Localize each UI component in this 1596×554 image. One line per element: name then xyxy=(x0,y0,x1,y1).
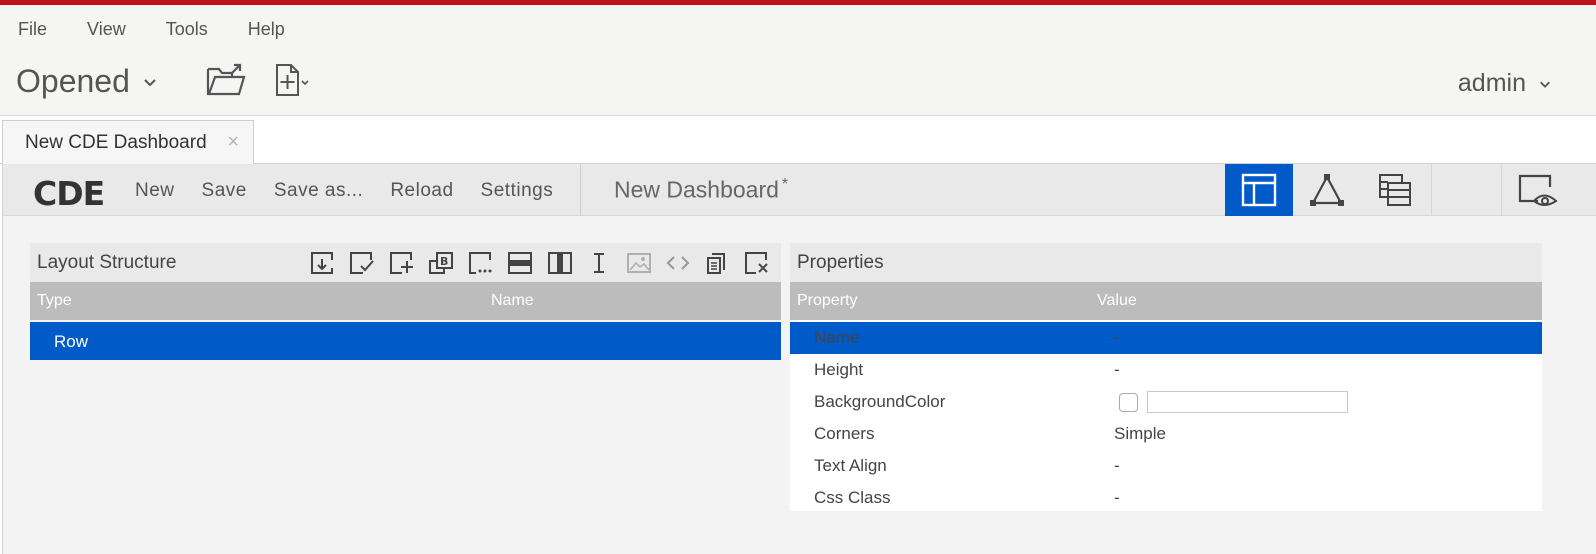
property-value[interactable]: - xyxy=(1114,328,1120,348)
tab-new-cde-dashboard[interactable]: New CDE Dashboard × xyxy=(2,120,254,165)
add-bootstrap-panel-icon[interactable]: B xyxy=(422,250,462,276)
new-file-icon[interactable] xyxy=(274,63,314,97)
cde-logo: CDE xyxy=(33,174,105,213)
property-value[interactable]: Simple xyxy=(1114,424,1166,444)
column-header-value[interactable]: Value xyxy=(1097,292,1137,310)
layout-structure-header: Layout Structure B xyxy=(30,243,781,282)
cde-toolbar: CDE New Save Save as... Reload Settings … xyxy=(3,164,1596,216)
layout-column-headers: Type Name xyxy=(30,282,781,320)
add-freeform-icon[interactable] xyxy=(461,250,501,276)
preview-icon xyxy=(1518,174,1558,206)
layout-structure-panel: Layout Structure B Type Name Row xyxy=(30,243,781,525)
add-row-icon[interactable] xyxy=(501,250,541,276)
property-row-css-class[interactable]: Css Class - xyxy=(790,482,1542,514)
opened-dropdown[interactable]: Opened xyxy=(16,63,158,100)
background-color-checkbox[interactable] xyxy=(1119,393,1138,412)
add-html-icon[interactable] xyxy=(659,250,699,276)
app-header: File View Tools Help Opened admin xyxy=(0,0,1596,116)
dashboard-title: New Dashboard * xyxy=(614,176,788,204)
property-value[interactable]: - xyxy=(1114,360,1120,380)
components-view-icon xyxy=(1310,174,1344,206)
property-row-backgroundcolor[interactable]: BackgroundColor xyxy=(790,386,1542,418)
divider xyxy=(1431,164,1432,216)
svg-text:B: B xyxy=(440,255,448,268)
property-row-name[interactable]: Name - xyxy=(790,322,1542,354)
datasources-view-icon xyxy=(1379,174,1411,206)
add-resource-icon[interactable] xyxy=(382,250,422,276)
property-label: Css Class xyxy=(814,488,891,507)
property-row-height[interactable]: Height - xyxy=(790,354,1542,386)
unsaved-marker: * xyxy=(781,176,789,193)
user-name: admin xyxy=(1457,69,1526,97)
property-label: Text Align xyxy=(814,456,887,475)
properties-header: Properties xyxy=(790,243,1542,282)
settings-button[interactable]: Settings xyxy=(481,180,554,202)
cde-workspace: CDE New Save Save as... Reload Settings … xyxy=(2,164,1596,554)
reload-button[interactable]: Reload xyxy=(390,180,453,202)
chevron-down-icon xyxy=(144,78,156,86)
property-row-corners[interactable]: Corners Simple xyxy=(790,418,1542,450)
close-icon[interactable]: × xyxy=(227,131,239,154)
property-label: Name xyxy=(814,328,860,347)
dashboard-title-text: New Dashboard xyxy=(614,176,779,203)
user-menu[interactable]: admin xyxy=(1458,69,1552,98)
column-header-type[interactable]: Type xyxy=(37,292,72,310)
tab-label: New CDE Dashboard xyxy=(25,132,207,153)
row-type: Row xyxy=(54,332,89,351)
save-button[interactable]: Save xyxy=(202,180,247,202)
cde-menu: New Save Save as... Reload Settings xyxy=(135,180,580,202)
components-view-button[interactable] xyxy=(1293,164,1361,216)
delete-icon[interactable] xyxy=(738,250,778,276)
add-image-icon[interactable] xyxy=(619,250,659,276)
opened-label: Opened xyxy=(16,63,130,99)
property-label: Corners xyxy=(814,424,875,443)
layout-view-icon xyxy=(1241,173,1277,207)
open-folder-icon[interactable] xyxy=(206,63,246,97)
datasources-view-button[interactable] xyxy=(1361,164,1429,216)
add-column-icon[interactable] xyxy=(540,250,580,276)
property-row-text-align[interactable]: Text Align - xyxy=(790,450,1542,482)
menu-file[interactable]: File xyxy=(18,19,47,40)
preview-button[interactable] xyxy=(1503,164,1571,216)
duplicate-icon[interactable] xyxy=(698,250,738,276)
column-header-property[interactable]: Property xyxy=(797,292,857,310)
divider xyxy=(1501,164,1502,216)
menu-help[interactable]: Help xyxy=(248,19,285,40)
menubar: File View Tools Help xyxy=(18,19,325,40)
menu-tools[interactable]: Tools xyxy=(166,19,208,40)
menu-view[interactable]: View xyxy=(87,19,126,40)
property-value[interactable]: - xyxy=(1114,488,1120,508)
divider xyxy=(580,164,581,216)
properties-panel: Properties Property Value Name - Height … xyxy=(790,243,1542,511)
layout-toolbar: B xyxy=(303,250,777,276)
properties-column-headers: Property Value xyxy=(790,282,1542,320)
properties-title: Properties xyxy=(797,251,884,273)
table-row[interactable]: Row xyxy=(30,322,781,360)
save-as-button[interactable]: Save as... xyxy=(274,180,364,202)
property-value[interactable]: - xyxy=(1114,456,1120,476)
property-label: BackgroundColor xyxy=(814,392,946,411)
layout-view-button[interactable] xyxy=(1225,164,1293,216)
column-header-name[interactable]: Name xyxy=(491,292,534,310)
background-color-input[interactable] xyxy=(1147,391,1348,413)
save-template-icon[interactable] xyxy=(303,250,343,276)
chevron-down-icon xyxy=(1540,81,1550,88)
property-label: Height xyxy=(814,360,864,379)
new-button[interactable]: New xyxy=(135,180,175,202)
apply-template-icon[interactable] xyxy=(343,250,383,276)
tab-bar: New CDE Dashboard × xyxy=(0,116,1596,165)
layout-structure-title: Layout Structure xyxy=(37,251,177,273)
add-space-icon[interactable] xyxy=(580,250,620,276)
